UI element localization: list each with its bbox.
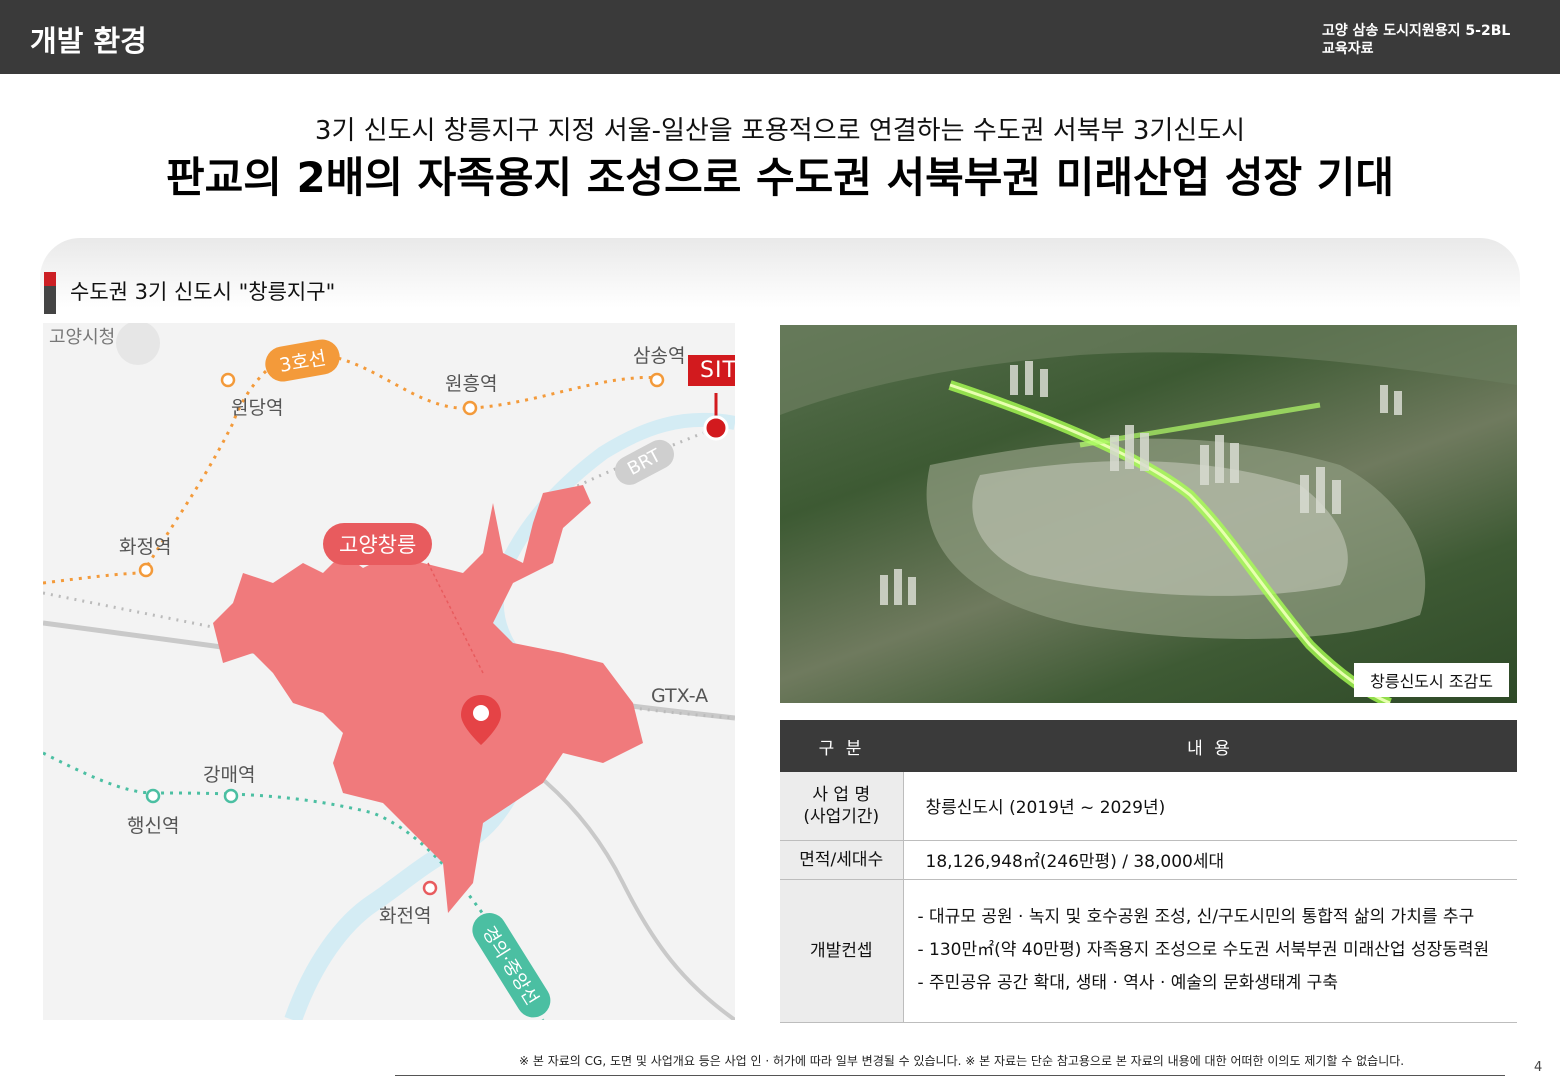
map-label-haengsin: 행신역 <box>127 815 180 837</box>
gangmae-station-marker <box>223 788 239 804</box>
samsong-station-marker <box>649 372 665 388</box>
haengsin-station-marker <box>145 788 161 804</box>
table-header-content: 내 용 <box>903 720 1517 772</box>
table-row: 사 업 명 (사업기간) 창릉신도시 (2019년 ~ 2029년) <box>780 772 1517 841</box>
row-label-area: 면적/세대수 <box>780 840 904 880</box>
project-name-line1: 고양 삼송 도시지원용지 5-2BL <box>1322 23 1511 39</box>
map-label-wondang: 원당역 <box>231 397 284 419</box>
row-label-project: 사 업 명 (사업기간) <box>780 772 904 841</box>
site-pin-icon <box>703 415 729 441</box>
project-info-table: 구 분 내 용 사 업 명 (사업기간) 창릉신도시 (2019년 ~ 2029… <box>780 720 1517 1023</box>
hwajeon-station-marker <box>422 880 438 896</box>
headline-main: 판교의 2배의 자족용지 조성으로 수도권 서북부권 미래산업 성장 기대 <box>165 153 1395 202</box>
table-header-category: 구 분 <box>780 720 903 772</box>
section-marker <box>44 272 56 314</box>
row-label-project-period: (사업기간) <box>803 806 880 827</box>
map-label-hwajeon: 화전역 <box>379 905 432 927</box>
page-number: 4 <box>1534 1060 1543 1075</box>
page-title: 개발 환경 <box>30 24 147 58</box>
row-label-concept: 개발컨셉 <box>780 879 904 1023</box>
row-value-concept: - 대규모 공원 · 녹지 및 호수공원 조성, 신/구도시민의 통합적 삶의 … <box>903 879 1517 1023</box>
map-label-hwajeong: 화정역 <box>119 536 172 558</box>
photo-caption: 창릉신도시 조감도 <box>1354 663 1509 697</box>
wondang-station-marker <box>220 372 236 388</box>
map-label-gangmae: 강매역 <box>203 764 256 786</box>
concept-item: - 대규모 공원 · 녹지 및 호수공원 조성, 신/구도시민의 통합적 삶의 … <box>917 907 1475 927</box>
concept-item: - 주민공유 공간 확대, 생태 · 역사 · 예술의 문화생태계 구축 <box>917 973 1338 993</box>
row-label-project-name: 사 업 명 <box>812 784 871 805</box>
aerial-rendering: 창릉신도시 조감도 <box>780 325 1517 703</box>
row-value-area: 18,126,948㎡(246만평) / 38,000세대 <box>903 840 1517 880</box>
row-value-project: 창릉신도시 (2019년 ~ 2029년) <box>903 772 1517 841</box>
footer-disclaimer: ※ 본 자료의 CG, 도면 및 사업개요 등은 사업 인 · 허가에 따라 일… <box>519 1054 1405 1068</box>
map-label-wonheung: 원흥역 <box>445 373 498 395</box>
table-header-row: 구 분 내 용 <box>780 720 1517 772</box>
site-label: SITE <box>688 355 735 386</box>
table-row: 면적/세대수 18,126,948㎡(246만평) / 38,000세대 <box>780 840 1517 880</box>
map-label-gtx-a: GTX-A <box>651 685 709 707</box>
headline-subtitle: 3기 신도시 창릉지구 지정 서울-일산을 포용적으로 연결하는 수도권 서북부… <box>314 116 1246 146</box>
aerial-graphics <box>780 325 1517 703</box>
location-map: 고양시청 3호선 삼송역 SITE 원흥역 원당역 BRT 화정역 고양창릉 G… <box>43 323 735 1020</box>
table-row: 개발컨셉 - 대규모 공원 · 녹지 및 호수공원 조성, 신/구도시민의 통합… <box>780 879 1517 1023</box>
map-label-samsong: 삼송역 <box>633 345 686 367</box>
footer-divider <box>395 1075 1505 1076</box>
project-name: 고양 삼송 도시지원용지 5-2BL 교육자료 <box>1322 22 1510 58</box>
map-label-goyang-cityhall: 고양시청 <box>49 327 116 348</box>
map-label-goyang-changneung: 고양창릉 <box>323 523 433 565</box>
section-title: 수도권 3기 신도시 "창릉지구" <box>70 280 336 304</box>
hwajeong-station-marker <box>138 562 154 578</box>
concept-item: - 130만㎡(약 40만평) 자족용지 조성으로 수도권 서북부권 미래산업 … <box>917 940 1490 960</box>
project-name-line2: 교육자료 <box>1322 41 1374 57</box>
wonheung-station-marker <box>462 400 478 416</box>
top-bar: 개발 환경 고양 삼송 도시지원용지 5-2BL 교육자료 <box>0 0 1560 74</box>
